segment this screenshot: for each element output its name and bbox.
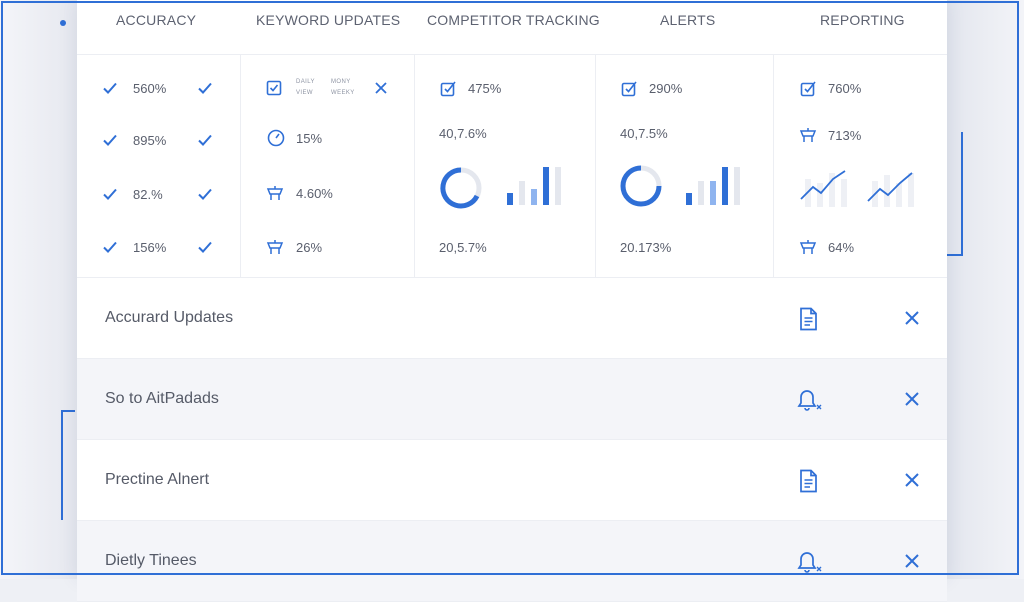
list-item-label: Dietly Tinees xyxy=(105,552,197,569)
list-item[interactable]: Accurard Updates xyxy=(77,278,947,359)
edit-box-icon[interactable] xyxy=(621,80,637,97)
line-chart xyxy=(867,172,914,207)
tab-bar: ACCURACY KEYWORD UPDATES COMPETITOR TRAC… xyxy=(77,0,947,55)
list-item[interactable]: Prectine Alnert xyxy=(77,440,947,521)
donut-chart xyxy=(440,167,482,209)
alerts-value-top: 290% xyxy=(649,81,683,96)
tiny-label: VIEW xyxy=(296,90,313,96)
alerts-value-mid: 40,7.5% xyxy=(620,126,668,141)
document-icon[interactable] xyxy=(795,306,821,332)
alerts-value-bottom: 20.173% xyxy=(620,240,672,255)
corner-dot xyxy=(60,20,66,26)
column-divider xyxy=(240,55,241,277)
accuracy-value: 156% xyxy=(133,240,167,255)
list-item-label: So to AitPadads xyxy=(105,390,219,407)
check-icon xyxy=(102,132,118,148)
bar-chart xyxy=(686,167,740,205)
tab-alerts[interactable]: ALERTS xyxy=(660,12,715,28)
accuracy-value: 895% xyxy=(133,133,167,148)
donut-chart xyxy=(620,165,662,207)
column-divider xyxy=(414,55,415,277)
keyword-value: 26% xyxy=(296,240,323,255)
column-divider xyxy=(595,55,596,277)
reporting-value-top: 760% xyxy=(828,81,862,96)
check-icon xyxy=(197,186,213,202)
basket-icon xyxy=(266,238,284,254)
tiny-label: DAILY xyxy=(296,79,315,85)
reporting-value-mid: 713% xyxy=(828,128,862,143)
competitor-value-bottom: 20,5.7% xyxy=(439,240,487,255)
check-icon xyxy=(197,132,213,148)
competitor-value-mid: 40,7.6% xyxy=(439,126,487,141)
checkbox-icon[interactable] xyxy=(266,80,282,96)
list-item[interactable]: So to AitPadads xyxy=(77,359,947,440)
right-backdrop xyxy=(947,0,1024,579)
bell-icon[interactable] xyxy=(795,387,822,413)
reporting-value-bottom: 64% xyxy=(828,240,855,255)
tab-competitor-tracking[interactable]: COMPETITOR TRACKING xyxy=(427,12,600,28)
bell-icon[interactable] xyxy=(795,549,822,575)
basket-icon xyxy=(266,184,284,200)
list-item[interactable]: Dietly Tinees xyxy=(77,521,947,602)
tab-keyword-updates[interactable]: KEYWORD UPDATES xyxy=(256,12,400,28)
edit-box-icon[interactable] xyxy=(440,80,456,97)
bar-chart xyxy=(507,167,561,205)
edit-box-icon[interactable] xyxy=(800,80,816,97)
close-icon[interactable] xyxy=(901,307,923,329)
close-icon[interactable] xyxy=(373,80,389,96)
tiny-label: WEEKY xyxy=(331,90,355,96)
left-accent-bracket xyxy=(61,410,75,520)
keyword-value: 4.60% xyxy=(296,186,333,201)
gauge-icon xyxy=(267,129,285,147)
document-icon[interactable] xyxy=(795,468,821,494)
tiny-label: MONY xyxy=(331,79,351,85)
tab-accuracy[interactable]: ACCURACY xyxy=(116,12,196,28)
right-accent-bracket xyxy=(947,132,963,256)
keyword-value: 15% xyxy=(296,131,323,146)
check-icon xyxy=(102,186,118,202)
check-icon xyxy=(197,239,213,255)
metrics-grid: 560% 895% 82.% 156% DAILY MONY VIEW WEEK… xyxy=(77,55,947,278)
close-icon[interactable] xyxy=(901,550,923,572)
basket-icon xyxy=(799,238,817,254)
close-icon[interactable] xyxy=(901,388,923,410)
main-panel: ACCURACY KEYWORD UPDATES COMPETITOR TRAC… xyxy=(77,0,947,602)
competitor-value-top: 475% xyxy=(468,81,502,96)
accuracy-value: 560% xyxy=(133,81,167,96)
line-chart xyxy=(800,170,847,207)
column-divider xyxy=(773,55,774,277)
list-item-label: Prectine Alnert xyxy=(105,471,210,488)
tab-reporting[interactable]: REPORTING xyxy=(820,12,905,28)
basket-icon xyxy=(799,126,817,142)
list-item-label: Accurard Updates xyxy=(105,309,234,326)
check-icon xyxy=(102,239,118,255)
accuracy-value: 82.% xyxy=(133,187,163,202)
check-icon xyxy=(102,80,118,96)
check-icon xyxy=(197,80,213,96)
close-icon[interactable] xyxy=(901,469,923,491)
